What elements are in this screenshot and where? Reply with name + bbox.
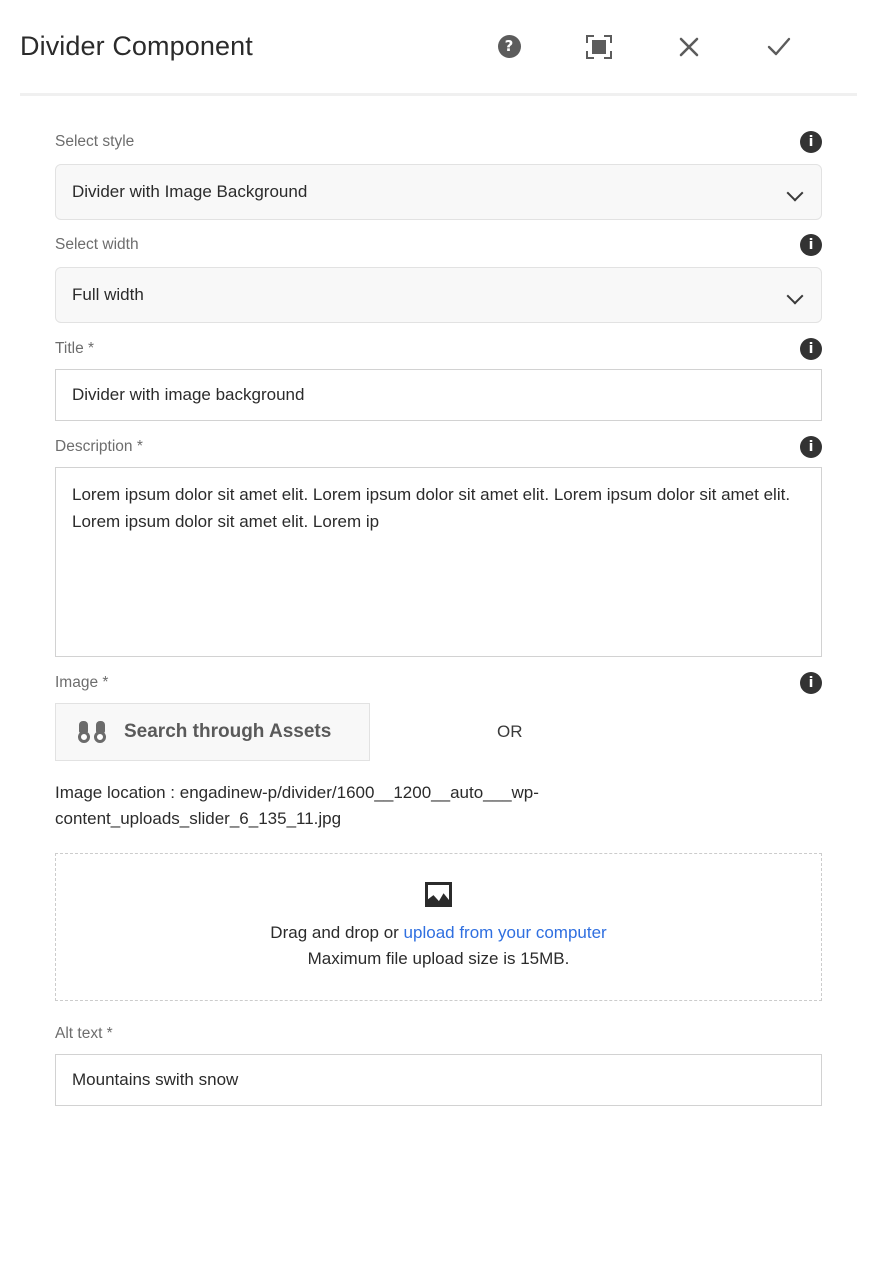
description-value: Lorem ipsum dolor sit amet elit. Lorem i… [72, 485, 791, 531]
alt-text-label: Alt text * [55, 1024, 113, 1042]
field-select-width: Select width i Full width [55, 234, 822, 323]
page-title: Divider Component [20, 31, 253, 61]
select-width-value: Full width [72, 285, 144, 304]
upload-from-computer-link[interactable]: upload from your computer [404, 923, 607, 942]
divider-component-dialog: Divider Component ? Select style i Divid… [0, 0, 877, 1280]
search-through-assets-button[interactable]: Search through Assets [55, 703, 370, 761]
alt-text-label-row: Alt text * [55, 1023, 822, 1045]
help-icon: ? [497, 35, 521, 58]
description-label: Description * [55, 438, 143, 456]
info-icon[interactable]: i [800, 131, 822, 153]
fullscreen-button[interactable] [554, 23, 644, 71]
title-label-row: Title * i [55, 338, 822, 360]
alt-text-info-spacer [800, 1023, 822, 1045]
chevron-down-icon [786, 184, 804, 202]
dropzone-drag-text: Drag and drop or [270, 923, 404, 943]
dropzone-max-size-text: Maximum file upload size is 15MB. [307, 948, 570, 968]
select-width-label-row: Select width i [55, 234, 822, 256]
field-alt-text: Alt text * Mountains swith snow [55, 1023, 822, 1106]
info-icon[interactable]: i [800, 672, 822, 694]
select-style-dropdown[interactable]: Divider with Image Background [55, 164, 822, 220]
select-style-label: Select style [55, 133, 135, 151]
picture-icon [425, 882, 452, 908]
fullscreen-icon [586, 34, 612, 59]
field-title: Title * i Divider with image background [55, 338, 822, 421]
check-icon [767, 37, 791, 55]
field-image: Image * i Search through Assets OR Image… [55, 672, 822, 1001]
binoculars-icon [78, 721, 106, 743]
component-form: Select style i Divider with Image Backgr… [0, 93, 877, 1106]
search-through-assets-label: Search through Assets [124, 721, 332, 742]
image-label-row: Image * i [55, 672, 822, 694]
or-separator: OR [497, 722, 523, 741]
image-source-row: Search through Assets OR [55, 703, 822, 761]
info-icon[interactable]: i [800, 436, 822, 458]
image-dropzone[interactable]: Drag and drop or upload from your comput… [55, 852, 822, 1001]
image-label: Image * [55, 674, 109, 692]
description-label-row: Description * i [55, 436, 822, 458]
close-button[interactable] [644, 23, 734, 71]
header-actions: ? [464, 23, 824, 71]
dialog-header: Divider Component ? [0, 0, 877, 93]
title-input[interactable]: Divider with image background [55, 369, 822, 421]
info-icon[interactable]: i [800, 338, 822, 360]
select-style-label-row: Select style i [55, 131, 822, 153]
description-textarea[interactable]: Lorem ipsum dolor sit amet elit. Lorem i… [55, 467, 822, 657]
alt-text-input[interactable]: Mountains swith snow [55, 1053, 822, 1106]
select-style-value: Divider with Image Background [72, 182, 308, 201]
confirm-button[interactable] [734, 23, 824, 71]
dropzone-primary-text: Drag and drop or upload from your comput… [270, 920, 606, 946]
image-location-text: Image location : engadinew-p/divider/160… [55, 783, 539, 829]
close-icon [679, 37, 699, 56]
info-icon[interactable]: i [800, 234, 822, 256]
chevron-down-icon [786, 287, 804, 305]
select-width-dropdown[interactable]: Full width [55, 267, 822, 323]
title-label: Title * [55, 340, 95, 358]
field-select-style: Select style i Divider with Image Backgr… [55, 131, 822, 220]
alt-text-value: Mountains swith snow [72, 1069, 239, 1089]
title-value: Divider with image background [72, 385, 305, 404]
select-width-label: Select width [55, 236, 139, 254]
help-button[interactable]: ? [464, 23, 554, 71]
field-description: Description * i Lorem ipsum dolor sit am… [55, 436, 822, 657]
